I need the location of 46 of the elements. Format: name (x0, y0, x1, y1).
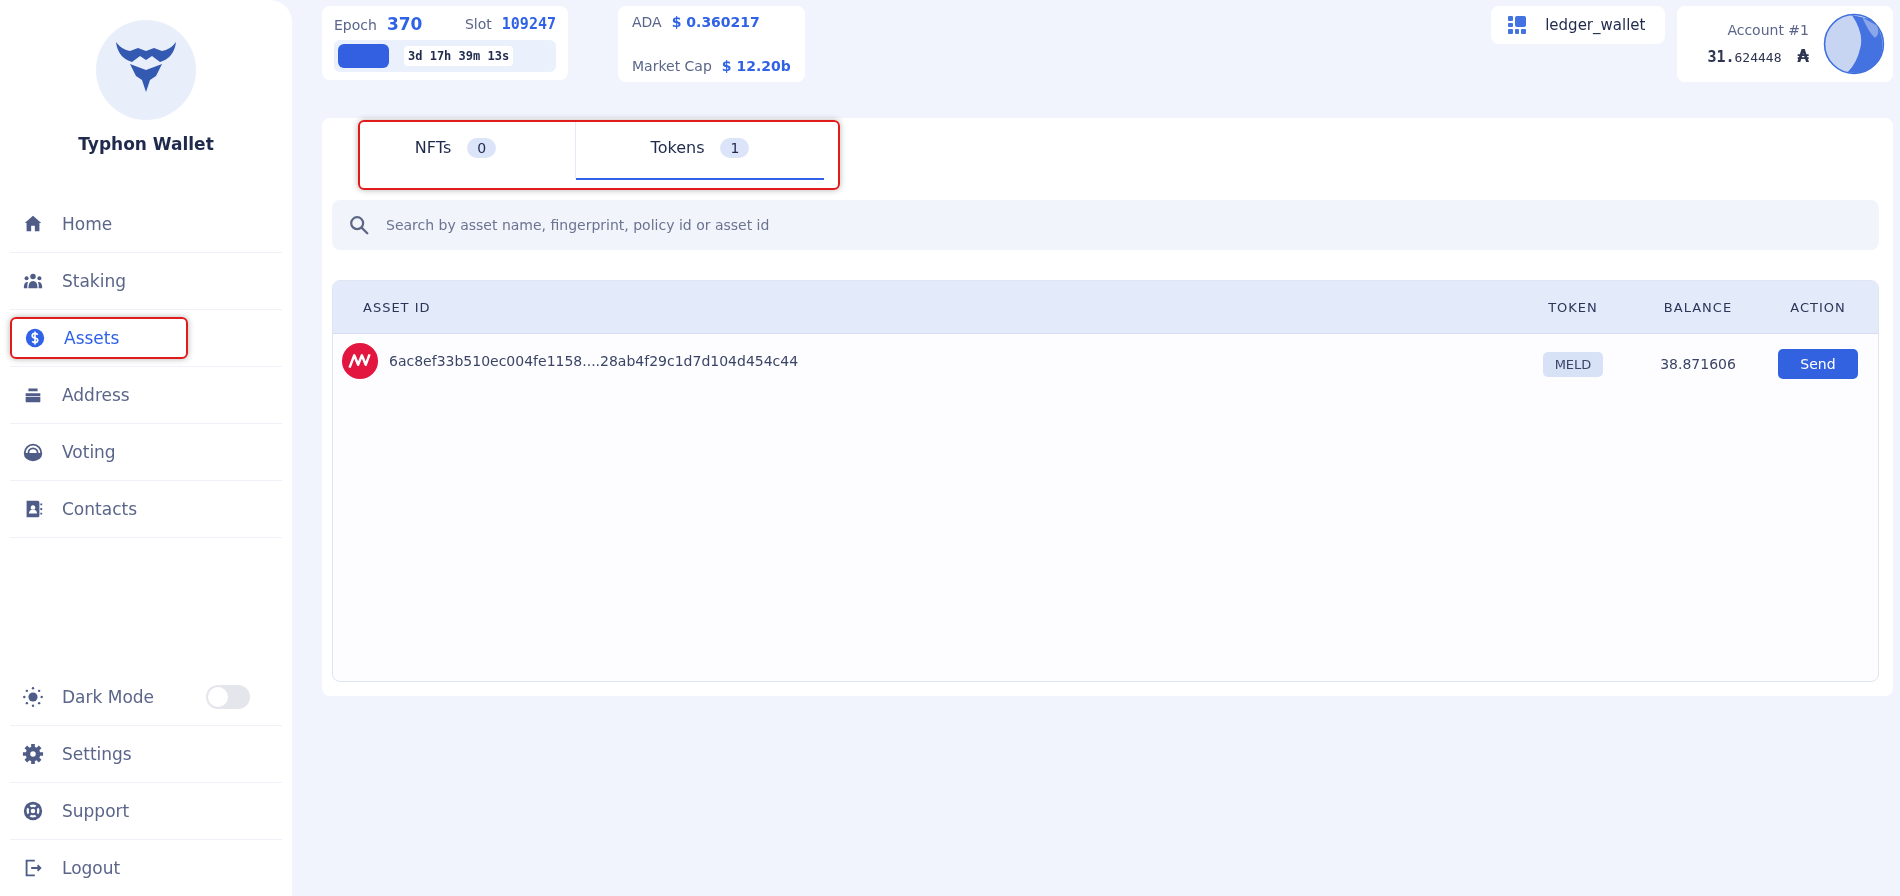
lifebuoy-icon (22, 800, 44, 822)
column-header: ACTION (1789, 299, 1847, 315)
count-badge: 1 (720, 137, 750, 158)
nav-item[interactable]: Address (10, 376, 282, 414)
token-logo-icon (341, 342, 379, 380)
slot-label: Slot (464, 16, 492, 32)
column-header: ASSET ID (362, 299, 432, 315)
slot-value: 109247 (501, 15, 556, 33)
balance-value: 38.871606 (1660, 356, 1736, 372)
account-avatar-icon (1823, 13, 1885, 75)
token-tag: MELD (1542, 352, 1604, 377)
dragon-logo-icon (96, 20, 196, 120)
gear-icon (22, 743, 44, 765)
dollar-icon (24, 327, 46, 349)
epoch-label: Epoch (334, 17, 377, 33)
tab[interactable]: Tokens 1 (576, 122, 824, 180)
nav-item[interactable]: Settings (10, 735, 282, 773)
count-badge: 0 (467, 137, 497, 158)
epoch-value: 370 (386, 14, 423, 34)
nav-item[interactable]: Assets (10, 317, 188, 359)
market-cap-label: Market Cap (632, 58, 712, 74)
ada-price: $ 0.360217 (671, 14, 760, 30)
search-field[interactable]: Search by asset name, fingerprint, policy id or asset id (332, 200, 1879, 250)
market-cap-value: $ 12.20b (721, 58, 791, 74)
wallet-selector[interactable]: ledger_wallet (1491, 6, 1666, 44)
app-title: Typhon Wallet (78, 134, 214, 154)
tab[interactable]: NFTs 0 (360, 122, 576, 180)
nav-item[interactable]: Voting (10, 433, 282, 471)
sun-icon (22, 686, 44, 708)
nav-item[interactable]: Logout (10, 849, 282, 887)
account-balance: 31.624448 ₳ (1707, 46, 1809, 66)
nav-item[interactable]: Contacts (10, 490, 282, 528)
send-button[interactable]: Send (1778, 349, 1858, 379)
asset-id: 6ac8ef33b510ec004fe1158....28ab4f29c1d7d104d454c44 (389, 353, 799, 369)
ada-label: ADA (632, 14, 662, 30)
account-name: Account #1 (1727, 22, 1809, 38)
epoch-time-remaining: 3d 17h 39m 13s (404, 46, 514, 66)
nav-item[interactable]: Staking (10, 262, 282, 300)
dark-mode-label: Dark Mode (62, 687, 155, 707)
rainbow-icon (22, 441, 44, 463)
column-header: TOKEN (1547, 299, 1599, 315)
nav-item[interactable]: Home (10, 205, 282, 243)
dark-mode-toggle[interactable] (206, 685, 250, 709)
column-header: BALANCE (1662, 299, 1734, 315)
nav-item[interactable]: Support (10, 792, 282, 830)
grid-icon (1507, 15, 1528, 35)
